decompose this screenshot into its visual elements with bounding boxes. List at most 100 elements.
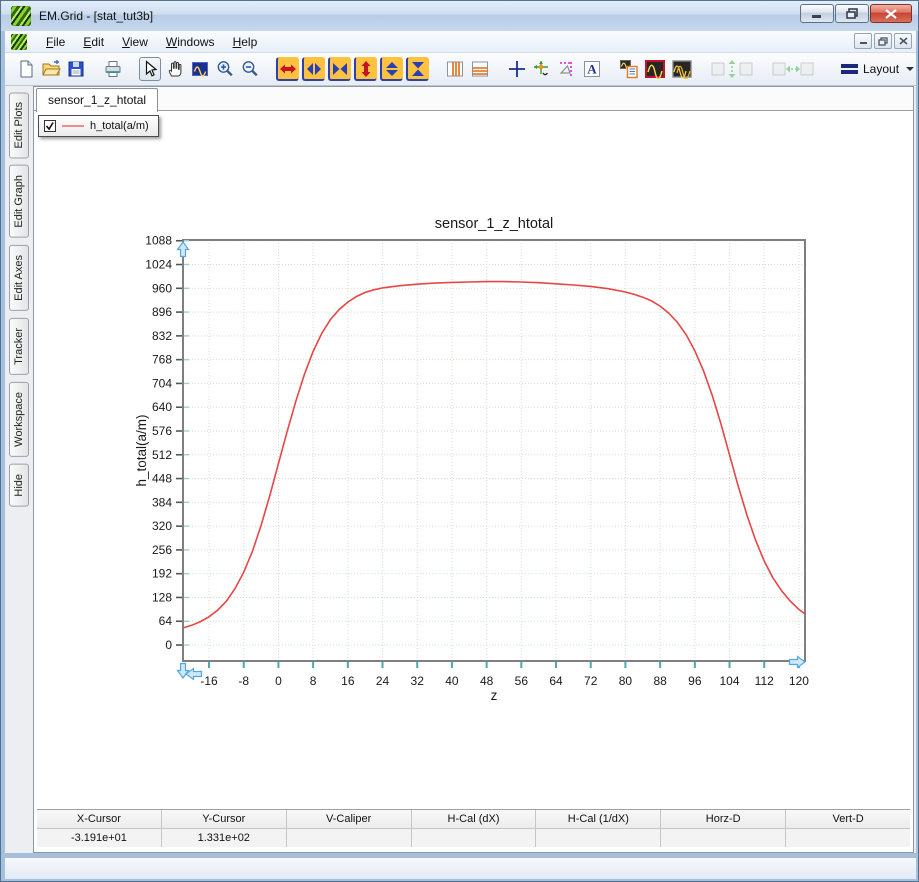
layout-icon — [841, 64, 858, 74]
menu-help[interactable]: Help — [224, 32, 267, 52]
crosshair-button[interactable] — [506, 57, 528, 81]
svg-text:448: 448 — [152, 472, 172, 486]
menu-edit[interactable]: Edit — [74, 32, 113, 52]
vertical-markers-button[interactable] — [444, 57, 466, 81]
legend-checkbox[interactable] — [44, 120, 56, 132]
layout-menu-button[interactable]: Layout — [833, 58, 919, 80]
sidebar-tab-workspace[interactable]: Workspace — [9, 382, 29, 457]
cursor-col-header: H-Cal (1/dX) — [536, 810, 661, 829]
compress-y-icon — [382, 59, 402, 79]
zoom-in-button[interactable] — [214, 57, 236, 81]
svg-text:512: 512 — [152, 448, 172, 462]
edit-plots-button[interactable] — [618, 57, 640, 81]
x-axis: -16-8081624324048566472808896104112120 — [200, 662, 809, 688]
svg-text:96: 96 — [688, 674, 702, 688]
child-restore-button[interactable] — [874, 33, 892, 49]
cursor-col-header: X-Cursor — [37, 810, 162, 829]
zoom-window-icon — [190, 59, 210, 79]
chart-canvas[interactable]: -16-808162432404856647280889610411212006… — [34, 112, 913, 806]
zoom-in-icon — [215, 59, 235, 79]
text-label-button[interactable]: A — [581, 57, 603, 81]
svg-text:320: 320 — [152, 519, 172, 533]
select-tool-button[interactable] — [139, 57, 161, 81]
fit-x-button[interactable] — [328, 57, 351, 81]
caliper-button[interactable] — [556, 57, 578, 81]
single-plot-view-button[interactable] — [643, 57, 667, 81]
restore-button[interactable] — [835, 4, 869, 23]
zoom-out-button[interactable] — [239, 57, 261, 81]
pan-tool-button[interactable] — [164, 57, 186, 81]
menu-windows[interactable]: Windows — [157, 32, 224, 52]
expand-x-button[interactable] — [276, 57, 299, 81]
svg-text:120: 120 — [789, 674, 809, 688]
fit-y-button[interactable] — [406, 57, 429, 81]
legend[interactable]: h_total(a/m) — [38, 115, 159, 137]
svg-text:576: 576 — [152, 424, 172, 438]
align-vertical-icon — [710, 59, 754, 79]
compress-x-icon — [304, 59, 324, 79]
pan-up-arrow[interactable] — [178, 242, 189, 257]
compress-x-button[interactable] — [302, 57, 325, 81]
caliper-icon — [557, 59, 577, 79]
multi-plot-view-button[interactable] — [670, 57, 694, 81]
sidebar-tab-edit-graph[interactable]: Edit Graph — [9, 165, 29, 238]
hand-icon — [165, 59, 185, 79]
document-tab[interactable]: sensor_1_z_htotal — [36, 88, 158, 112]
print-button[interactable] — [102, 57, 124, 81]
sidebar-tab-hide[interactable]: Hide — [9, 464, 29, 507]
svg-text:-8: -8 — [238, 674, 249, 688]
app-window: EM.Grid - [stat_tut3b] FileEditViewWindo… — [0, 0, 919, 882]
svg-text:256: 256 — [152, 543, 172, 557]
align-horizontal-button[interactable] — [770, 57, 816, 81]
pan-right-arrow[interactable] — [790, 657, 806, 668]
minimize-button[interactable] — [800, 4, 834, 23]
sidebar-tab-edit-axes[interactable]: Edit Axes — [9, 245, 29, 311]
cursor-col-value — [786, 829, 910, 847]
close-button[interactable] — [870, 4, 912, 23]
svg-text:640: 640 — [152, 400, 172, 414]
svg-text:16: 16 — [341, 674, 355, 688]
svg-text:384: 384 — [152, 495, 172, 509]
cursor-arrow-icon — [140, 59, 160, 79]
pan-down-arrow[interactable] — [178, 664, 189, 679]
child-restore-icon — [878, 37, 888, 46]
compress-y-button[interactable] — [380, 57, 403, 81]
svg-text:8: 8 — [310, 674, 317, 688]
child-minimize-button[interactable] — [854, 33, 872, 49]
horizontal-markers-button[interactable] — [469, 57, 491, 81]
chevron-down-icon — [906, 67, 914, 71]
cursor-col-value: 1.331e+02 — [162, 829, 287, 847]
svg-text:104: 104 — [720, 674, 740, 688]
svg-text:128: 128 — [152, 590, 172, 604]
window-title: EM.Grid - [stat_tut3b] — [39, 9, 153, 23]
menu-file[interactable]: File — [37, 32, 74, 52]
close-icon — [885, 9, 897, 19]
minimize-icon — [811, 9, 823, 18]
y-axis-label: h_total(a/m) — [134, 414, 149, 486]
cursor-readout-table: X-CursorY-CursorV-CaliperH-Cal (dX)H-Cal… — [37, 809, 910, 847]
align-vertical-button[interactable] — [709, 57, 755, 81]
svg-text:56: 56 — [515, 674, 529, 688]
zoom-out-icon — [240, 59, 260, 79]
open-folder-icon — [41, 59, 61, 79]
svg-text:32: 32 — [411, 674, 425, 688]
app-logo-icon — [11, 6, 31, 26]
restore-icon — [846, 8, 858, 19]
expand-y-button[interactable] — [354, 57, 377, 81]
svg-text:960: 960 — [152, 281, 172, 295]
menu-bar: FileEditViewWindowsHelp — [5, 31, 916, 53]
sidebar-tab-edit-plots[interactable]: Edit Plots — [9, 92, 29, 158]
child-close-button[interactable] — [894, 33, 912, 49]
open-file-button[interactable] — [40, 57, 62, 81]
save-file-button[interactable] — [65, 57, 87, 81]
sidebar-tab-tracker[interactable]: Tracker — [9, 318, 29, 375]
title-bar: EM.Grid - [stat_tut3b] — [1, 1, 919, 31]
layout-label: Layout — [863, 62, 899, 76]
zoom-window-button[interactable] — [189, 57, 211, 81]
tracker-button[interactable] — [531, 57, 553, 81]
svg-text:112: 112 — [755, 674, 774, 688]
svg-text:40: 40 — [445, 674, 459, 688]
print-icon — [103, 59, 123, 79]
new-file-button[interactable] — [15, 57, 37, 81]
menu-view[interactable]: View — [113, 32, 157, 52]
